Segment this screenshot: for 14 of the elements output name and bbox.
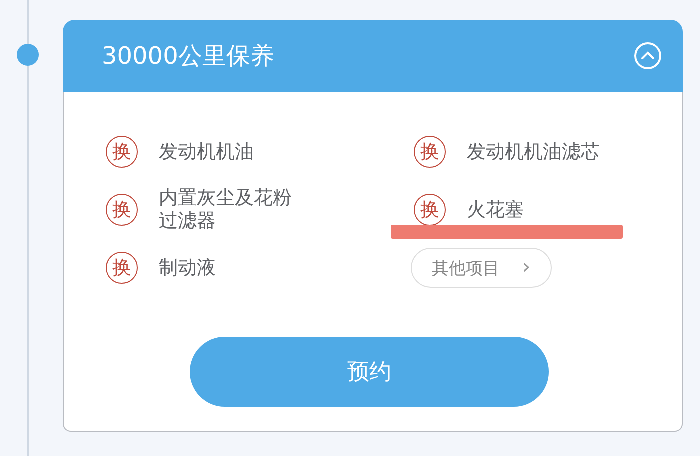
timeline-dot [17, 44, 39, 66]
service-item-label: 内置灰尘及花粉过滤器 [159, 187, 293, 233]
service-item-label: 火花塞 [467, 198, 524, 222]
replace-badge: 换 [106, 252, 138, 284]
service-item-label: 发动机机油 [159, 140, 254, 164]
card-title: 30000公里保养 [102, 41, 274, 72]
service-item-label: 制动液 [159, 256, 216, 280]
replace-badge: 换 [414, 136, 446, 168]
reserve-button[interactable]: 预约 [190, 337, 549, 407]
service-item-label: 发动机机油滤芯 [467, 140, 600, 164]
replace-badge: 换 [106, 136, 138, 168]
collapse-icon[interactable] [634, 42, 662, 70]
replace-badge: 换 [106, 194, 138, 226]
other-items-button[interactable]: 其他项目 › [411, 248, 552, 288]
